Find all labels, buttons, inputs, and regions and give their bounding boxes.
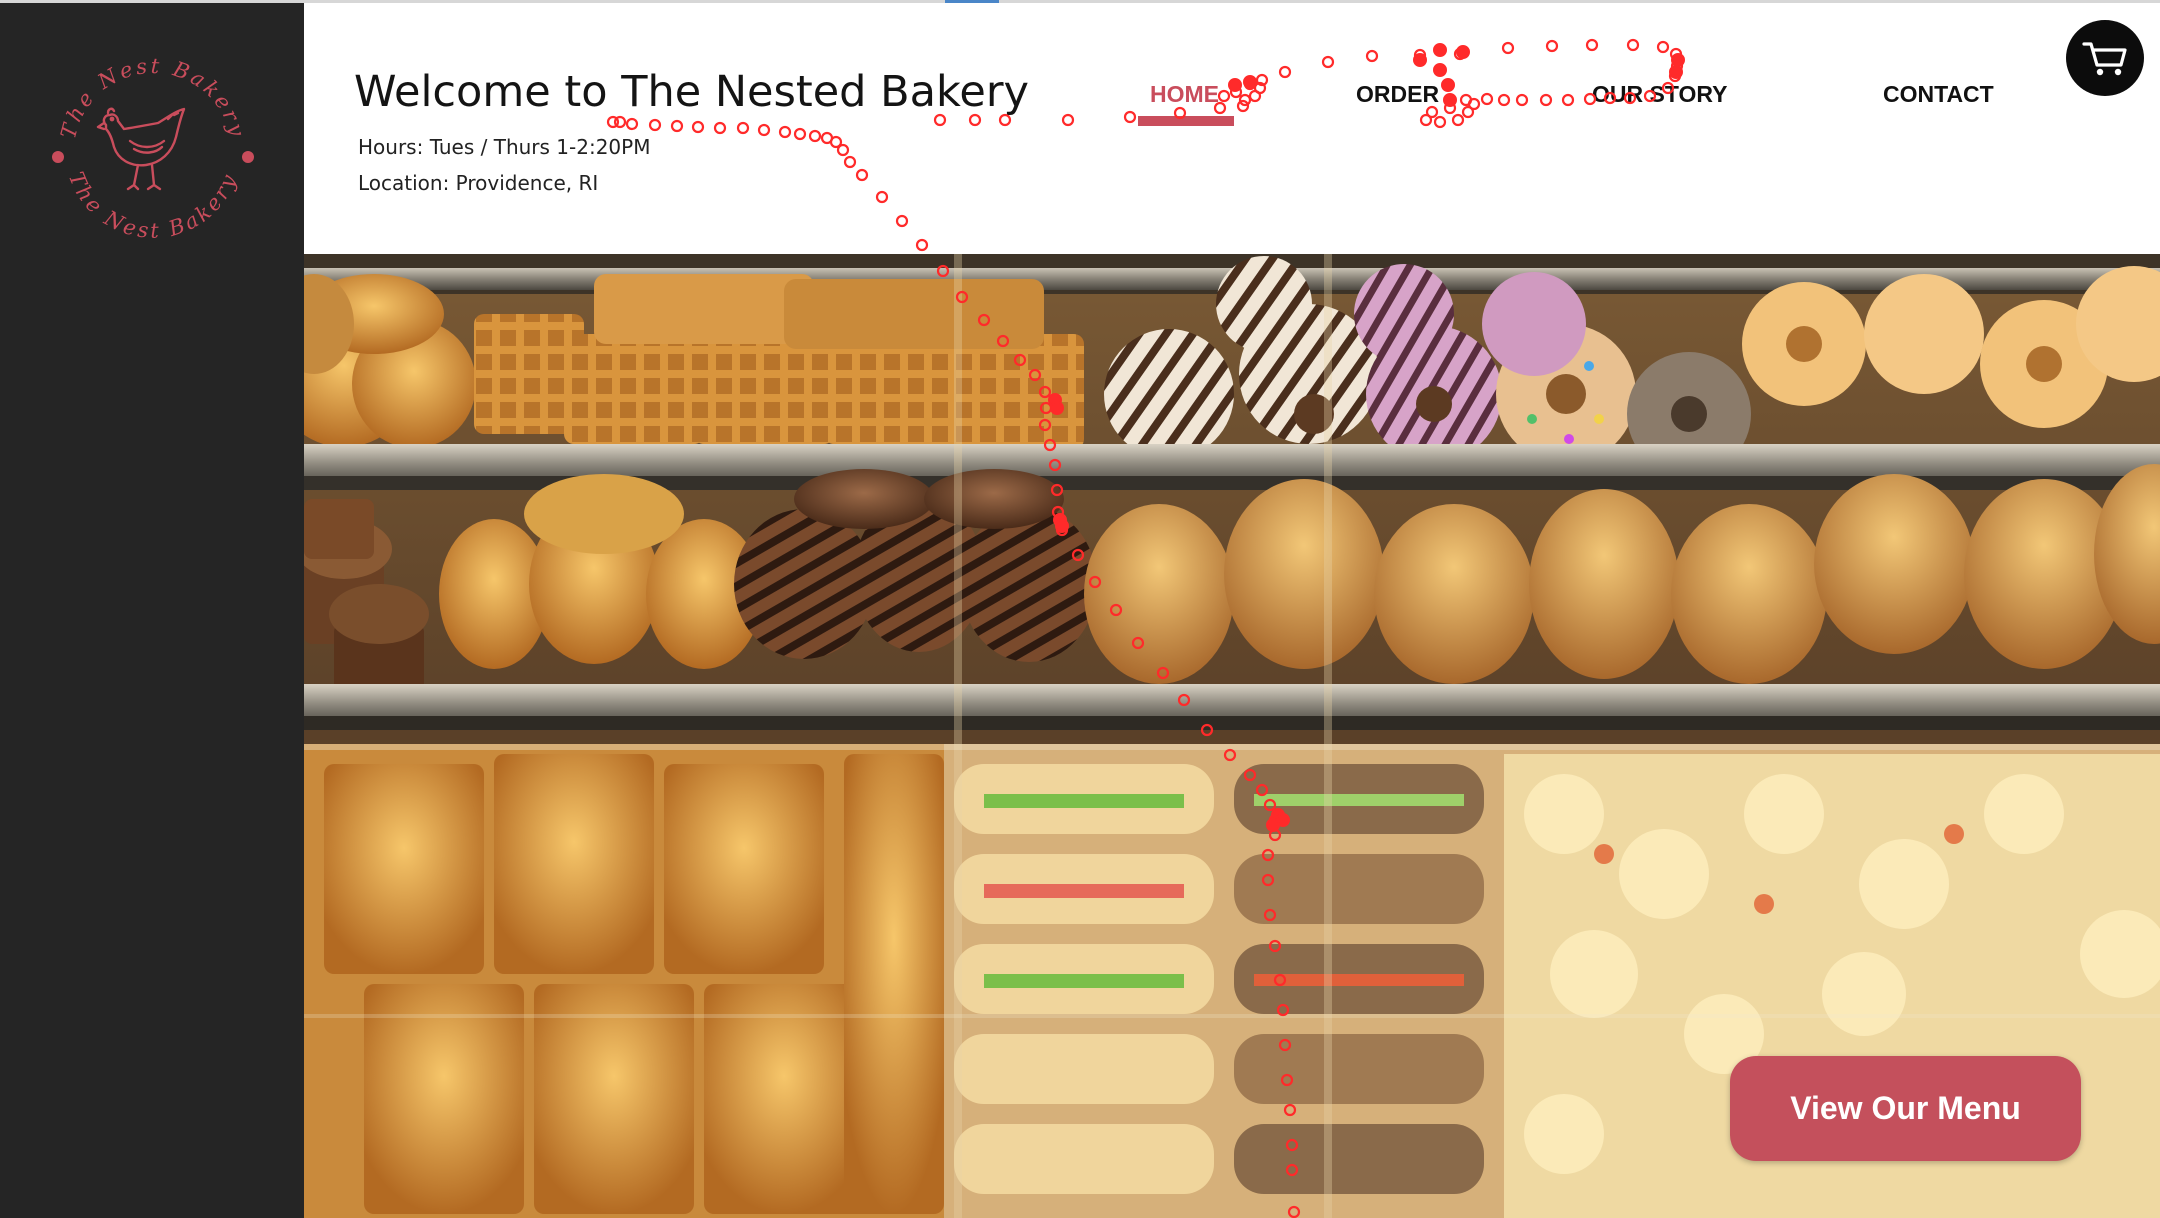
nav-item-home[interactable]: HOME [1150,81,1219,108]
view-menu-button[interactable]: View Our Menu [1730,1056,2081,1161]
sidebar: The Nest Bakery The Nest Bakery [0,3,304,1218]
nav-item-contact[interactable]: CONTACT [1883,81,1994,108]
main-nav: HOME ORDER OUR STORY CONTACT [304,3,2160,143]
hen-icon [96,107,186,191]
puff-pastries-row3 [304,744,944,1218]
cart-button[interactable] [2066,20,2144,96]
logo-dot-left [52,151,64,163]
nav-active-underline [1138,116,1234,126]
logo-top-text: The Nest Bakery [56,54,250,141]
logo-dot-right [242,151,254,163]
nav-item-order[interactable]: ORDER [1356,81,1439,108]
site-header: Welcome to The Nested Bakery Hours: Tues… [304,3,2160,254]
shopping-cart-icon [2082,42,2127,76]
nav-item-our-story[interactable]: OUR STORY [1592,81,1727,108]
bakery-logo[interactable]: The Nest Bakery The Nest Bakery [44,43,262,261]
hero-section: View Our Menu [304,254,2160,1218]
location-text: Location: Providence, RI [358,171,599,195]
page: The Nest Bakery The Nest Bakery Welcome … [0,0,2160,1218]
